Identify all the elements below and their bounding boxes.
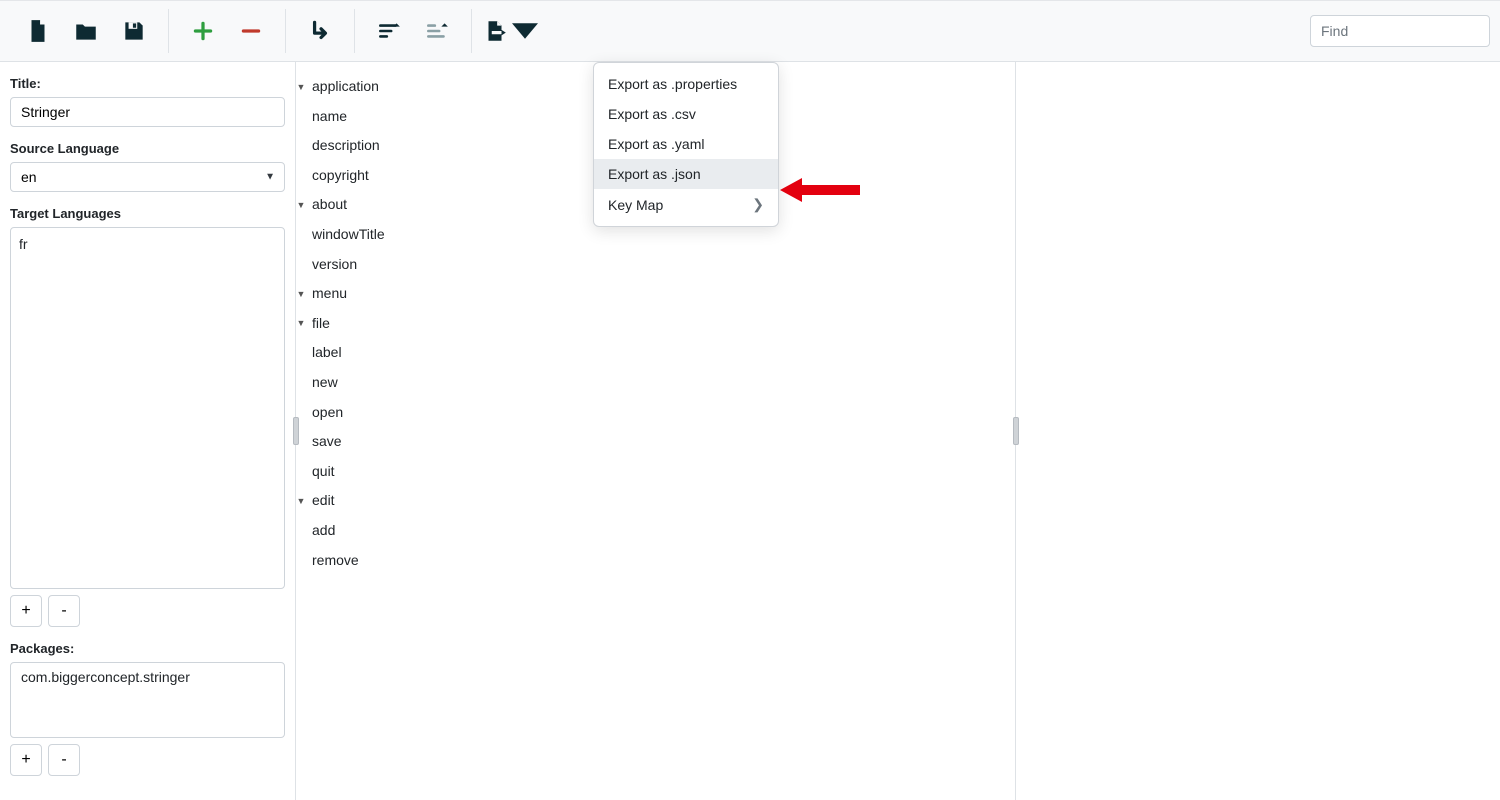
source-language-select[interactable]: en [10, 162, 285, 192]
sort-asc-icon [424, 18, 450, 44]
export-icon [482, 18, 508, 44]
move-into-button[interactable] [296, 9, 344, 53]
export-json-item[interactable]: Export as .json [594, 159, 778, 189]
export-yaml-item[interactable]: Export as .yaml [594, 129, 778, 159]
tree-node-quit[interactable]: ▼quit [296, 457, 1015, 487]
sort-desc-button[interactable] [365, 9, 413, 53]
left-panel: Title: Source Language en ▼ Target Langu… [0, 62, 296, 800]
title-input[interactable] [10, 97, 285, 127]
toolbar-group-sort [355, 9, 471, 53]
source-language-label: Source Language [10, 141, 285, 156]
toolbar-group-file [4, 9, 168, 53]
tree-node-label[interactable]: ▼label [296, 338, 1015, 368]
toolbar-group-add-remove [169, 9, 285, 53]
title-group: Title: [10, 76, 285, 127]
add-button[interactable] [179, 9, 227, 53]
keymap-submenu-item[interactable]: Key Map ❯ [594, 189, 778, 220]
menu-item-label: Export as .properties [608, 76, 737, 92]
tree-node-open[interactable]: ▼open [296, 398, 1015, 428]
chevron-right-icon: ❯ [752, 196, 764, 213]
export-csv-item[interactable]: Export as .csv [594, 99, 778, 129]
caret-down-icon: ▼ [296, 199, 306, 212]
target-lang-buttons: + - [10, 595, 285, 627]
select-wrap: en ▼ [10, 162, 285, 192]
packages-buttons: + - [10, 744, 285, 776]
caret-down-icon [512, 18, 538, 44]
add-package-button[interactable]: + [10, 744, 42, 776]
tree-node-edit[interactable]: ▼edit [296, 486, 1015, 516]
toolbar-group-export [472, 9, 548, 53]
folder-icon [73, 18, 99, 44]
detail-panel [1016, 62, 1500, 800]
remove-target-language-button[interactable]: - [48, 595, 80, 627]
minus-icon [238, 18, 264, 44]
find-input[interactable] [1310, 15, 1490, 47]
toolbar-group-move [286, 9, 354, 53]
target-languages-group: Target Languages fr + - [10, 206, 285, 627]
target-languages-list[interactable]: fr [10, 227, 285, 589]
tree-node-save[interactable]: ▼save [296, 427, 1015, 457]
packages-group: Packages: com.biggerconcept.stringer + - [10, 641, 285, 776]
tree-node-file[interactable]: ▼file [296, 309, 1015, 339]
file-icon [25, 18, 51, 44]
toolbar [0, 0, 1500, 62]
caret-down-icon: ▼ [296, 495, 306, 508]
caret-down-icon: ▼ [296, 317, 306, 330]
save-button[interactable] [110, 9, 158, 53]
splitter-left[interactable] [293, 417, 299, 445]
menu-item-label: Export as .csv [608, 106, 696, 122]
tree-node-remove[interactable]: ▼remove [296, 546, 1015, 576]
remove-package-button[interactable]: - [48, 744, 80, 776]
plus-icon [190, 18, 216, 44]
export-properties-item[interactable]: Export as .properties [594, 69, 778, 99]
new-file-button[interactable] [14, 9, 62, 53]
packages-list[interactable]: com.biggerconcept.stringer [10, 662, 285, 738]
caret-down-icon: ▼ [296, 288, 306, 301]
indent-arrow-icon [307, 18, 333, 44]
tree-node-version[interactable]: ▼version [296, 250, 1015, 280]
add-target-language-button[interactable]: + [10, 595, 42, 627]
sort-desc-icon [376, 18, 402, 44]
menu-item-label: Key Map [608, 197, 663, 213]
target-languages-label: Target Languages [10, 206, 285, 221]
menu-item-label: Export as .json [608, 166, 701, 182]
find-wrap [1310, 15, 1490, 47]
packages-label: Packages: [10, 641, 285, 656]
caret-down-icon: ▼ [296, 81, 306, 94]
list-item[interactable]: fr [19, 234, 276, 254]
open-folder-button[interactable] [62, 9, 110, 53]
list-item[interactable]: com.biggerconcept.stringer [21, 669, 274, 685]
menu-item-label: Export as .yaml [608, 136, 704, 152]
splitter-right[interactable] [1013, 417, 1019, 445]
title-label: Title: [10, 76, 285, 91]
tree-node-new[interactable]: ▼new [296, 368, 1015, 398]
tree-node-menu[interactable]: ▼menu [296, 279, 1015, 309]
save-icon [121, 18, 147, 44]
export-menu-button[interactable] [482, 9, 538, 53]
tree-node-add[interactable]: ▼add [296, 516, 1015, 546]
remove-button[interactable] [227, 9, 275, 53]
source-language-group: Source Language en ▼ [10, 141, 285, 192]
sort-asc-button[interactable] [413, 9, 461, 53]
export-dropdown: Export as .properties Export as .csv Exp… [593, 62, 779, 227]
